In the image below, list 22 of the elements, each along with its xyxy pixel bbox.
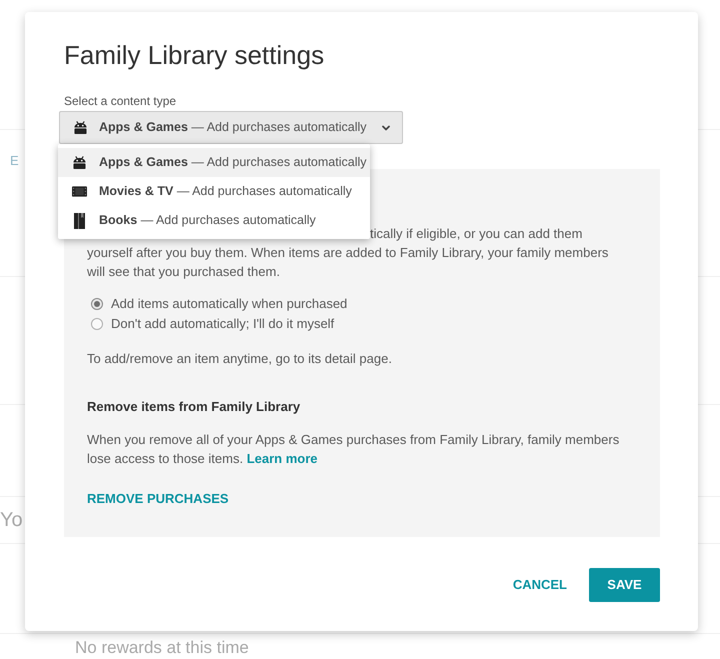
remove-items-heading: Remove items from Family Library: [87, 398, 300, 416]
page-link-text: E: [10, 153, 19, 168]
book-icon: [74, 212, 85, 228]
android-robot-icon: [73, 121, 88, 134]
content-type-label: Select a content type: [64, 93, 176, 109]
detail-page-note: To add/remove an item anytime, go to its detail page.: [87, 350, 392, 368]
page-heading-text: Yo: [0, 508, 23, 532]
save-button[interactable]: SAVE: [589, 568, 660, 602]
menu-item[interactable]: Movies & TV — Add purchases automatically: [58, 177, 370, 206]
radio-button[interactable]: [91, 318, 103, 330]
android-robot-icon: [72, 156, 87, 169]
cancel-button[interactable]: CANCEL: [512, 568, 567, 602]
dialog-title: Family Library settings: [64, 39, 324, 72]
radio-label: Don't add automatically; I'll do it myself: [111, 316, 334, 332]
empty-message: No rewards at this time: [75, 638, 249, 657]
content-type-select[interactable]: Apps & Games — Add purchases automatically: [59, 111, 403, 144]
remove-description: When you remove all of your Apps & Games purchases from Family Library, family members lose access to those items. Learn more: [87, 431, 620, 468]
radio-button-checked[interactable]: [91, 298, 103, 310]
film-strip-icon: [72, 186, 87, 197]
radio-label: Add items automatically when purchased: [111, 296, 348, 312]
menu-item[interactable]: Apps & Games — Add purchases automatically: [58, 148, 370, 177]
menu-item[interactable]: Books — Add purchases automatically: [58, 206, 370, 235]
